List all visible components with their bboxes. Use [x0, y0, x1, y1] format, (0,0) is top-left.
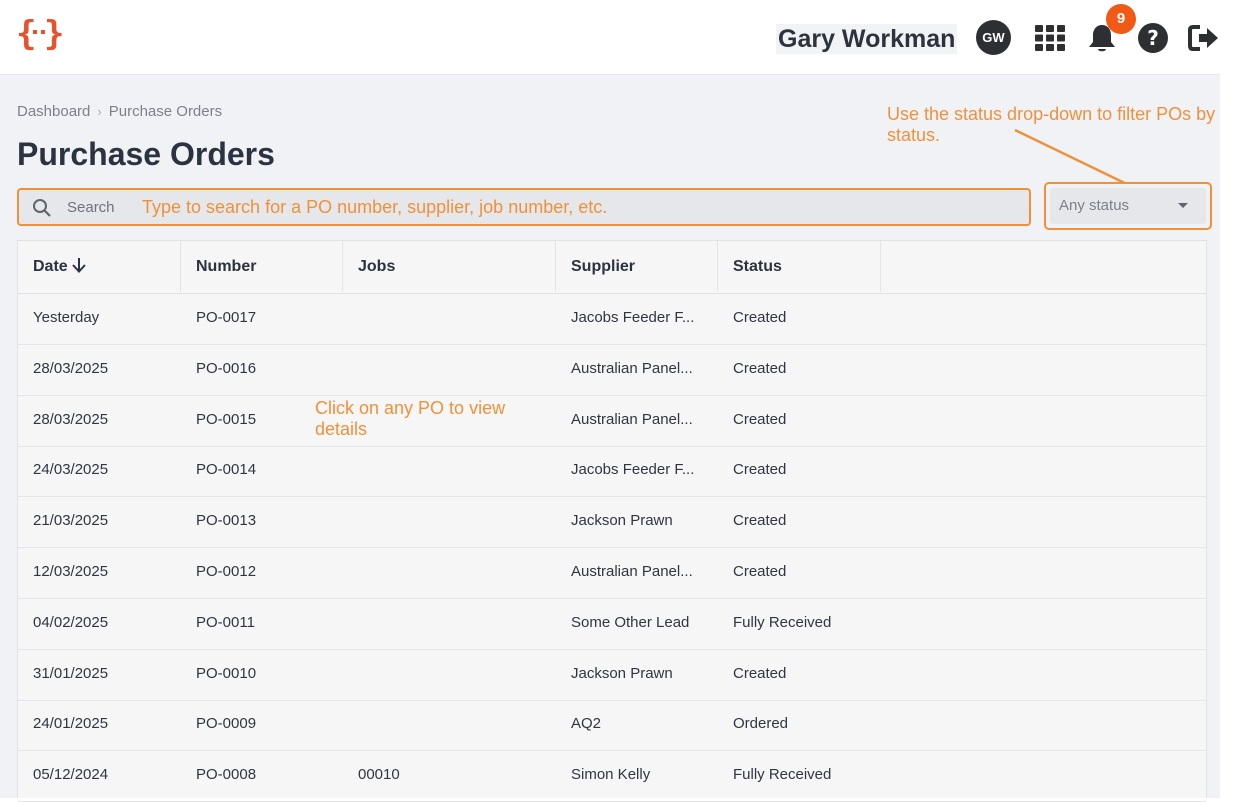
table-row[interactable]: 24/01/2025 PO-0009 AQ2 Ordered	[18, 699, 1206, 752]
avatar[interactable]: GW	[976, 20, 1011, 55]
column-header-number[interactable]: Number	[181, 241, 343, 292]
logout-icon[interactable]	[1188, 22, 1220, 54]
table-row[interactable]: 21/03/2025 PO-0013 Jackson Prawn Created	[18, 496, 1206, 549]
cell-number: PO-0010	[196, 664, 257, 682]
cell-date: 24/01/2025	[33, 715, 109, 733]
cell-jobs	[343, 699, 556, 749]
cell-status: Created	[733, 664, 787, 682]
search-box[interactable]: Type to search for a PO number, supplier…	[17, 188, 1031, 226]
cell-number: PO-0017	[196, 309, 257, 326]
cell-number: PO-0009	[196, 715, 257, 733]
right-margin	[1220, 0, 1235, 798]
cell-jobs	[343, 445, 556, 495]
svg-text:}: }	[44, 14, 62, 54]
search-icon	[33, 199, 51, 217]
cell-date: Yesterday	[33, 309, 100, 326]
cell-supplier: Some Other Lead	[571, 613, 690, 631]
cell-date: 24/03/2025	[33, 461, 109, 479]
column-header-date[interactable]: Date	[18, 241, 181, 292]
chevron-right-icon: ›	[97, 104, 102, 119]
column-header-status[interactable]: Status	[718, 241, 881, 292]
cell-number: PO-0008	[196, 766, 257, 784]
cell-date: 12/03/2025	[33, 563, 109, 580]
notification-badge: 9	[1106, 4, 1136, 34]
cell-jobs	[343, 649, 556, 699]
cell-supplier: Australian Panel...	[571, 410, 693, 428]
cell-status: Created	[733, 461, 787, 479]
cell-jobs: 00010	[358, 766, 400, 784]
cell-status: Created	[733, 309, 787, 326]
cell-supplier: Jacobs Feeder F...	[571, 309, 695, 326]
column-header-jobs[interactable]: Jobs	[343, 241, 556, 292]
cell-supplier: Australian Panel...	[571, 359, 693, 377]
status-filter-inner[interactable]: Any status	[1050, 188, 1206, 224]
chevron-down-icon	[1178, 203, 1188, 208]
table-row[interactable]: 31/01/2025 PO-0010 Jackson Prawn Created	[18, 649, 1206, 701]
cell-date: 05/12/2024	[33, 766, 109, 784]
cell-supplier: Simon Kelly	[571, 766, 651, 784]
search-tip: Type to search for a PO number, supplier…	[142, 197, 608, 217]
cell-supplier: Jackson Prawn	[571, 664, 673, 682]
sort-descending-icon	[71, 258, 86, 273]
cell-date: 28/03/2025	[33, 410, 109, 428]
user-name[interactable]: Gary Workman	[776, 24, 958, 54]
cell-number: PO-0011	[196, 613, 255, 631]
table-row[interactable]: 05/12/2024 PO-0008 00010 Simon Kelly Fully R…	[18, 750, 1206, 802]
table-row[interactable]: 28/03/2025 PO-0016 Australian Panel... Crea…	[18, 344, 1206, 396]
cell-jobs	[343, 547, 556, 597]
cell-date: 31/01/2025	[33, 664, 109, 682]
cell-supplier: Jackson Prawn	[571, 512, 673, 530]
cell-number: PO-0012	[196, 563, 257, 580]
search-input[interactable]	[67, 190, 137, 224]
page-title: Purchase Orders	[17, 136, 275, 172]
svg-text:?: ?	[1147, 26, 1159, 50]
cell-date: 21/03/2025	[33, 512, 109, 530]
table-header: Date Number Jobs Supplier Status	[18, 241, 1206, 294]
table-row[interactable]: 24/03/2025 PO-0014 Jacobs Feeder F... Creat…	[18, 445, 1206, 498]
table-row[interactable]: Yesterday PO-0017 Jacobs Feeder F... Create…	[18, 293, 1206, 345]
status-filter-dropdown[interactable]: Any status	[1044, 182, 1212, 230]
cell-jobs	[343, 496, 556, 546]
breadcrumb-dashboard[interactable]: Dashboard	[17, 103, 90, 120]
cell-supplier: Jacobs Feeder F...	[571, 461, 695, 479]
cell-status: Created	[733, 563, 787, 580]
cell-status: Fully Received	[733, 613, 832, 631]
table-row[interactable]: 04/02/2025 PO-0011 Some Other Lead Fully Re…	[18, 598, 1206, 650]
status-filter-value: Any status	[1059, 197, 1130, 214]
cell-date: 28/03/2025	[33, 359, 109, 377]
cell-status: Created	[733, 359, 787, 377]
column-header-supplier[interactable]: Supplier	[556, 241, 718, 292]
cell-jobs	[343, 598, 556, 648]
cell-jobs	[343, 344, 556, 394]
cell-number: PO-0016	[196, 359, 257, 377]
click-po-tip: Click on any PO to view details	[315, 398, 506, 439]
breadcrumb: Dashboard › Purchase Orders	[17, 103, 222, 120]
cell-status: Ordered	[733, 715, 789, 733]
cell-date: 04/02/2025	[33, 613, 109, 631]
cell-number: PO-0014	[196, 461, 257, 479]
help-icon[interactable]: ?	[1137, 22, 1169, 54]
purchase-orders-table: Date Number Jobs Supplier Status Yesterd…	[17, 240, 1207, 802]
app-logo[interactable]: { }	[16, 14, 62, 54]
cell-supplier: Australian Panel...	[571, 563, 693, 580]
top-bar: { } Gary Workman GW 9 ?	[0, 0, 1220, 75]
cell-status: Created	[733, 512, 787, 530]
cell-number: PO-0013	[196, 512, 257, 530]
cell-supplier: AQ2	[571, 715, 602, 733]
cell-jobs	[343, 293, 556, 343]
apps-grid-icon[interactable]	[1034, 22, 1066, 54]
breadcrumb-current: Purchase Orders	[108, 103, 223, 120]
table-row[interactable]: 12/03/2025 PO-0012 Australian Panel... Crea…	[18, 547, 1206, 599]
cell-status: Fully Received	[733, 766, 832, 784]
table-row[interactable]: 28/03/2025 PO-0015 Australian Panel... Crea…	[18, 395, 1206, 447]
cell-status: Created	[733, 410, 787, 428]
